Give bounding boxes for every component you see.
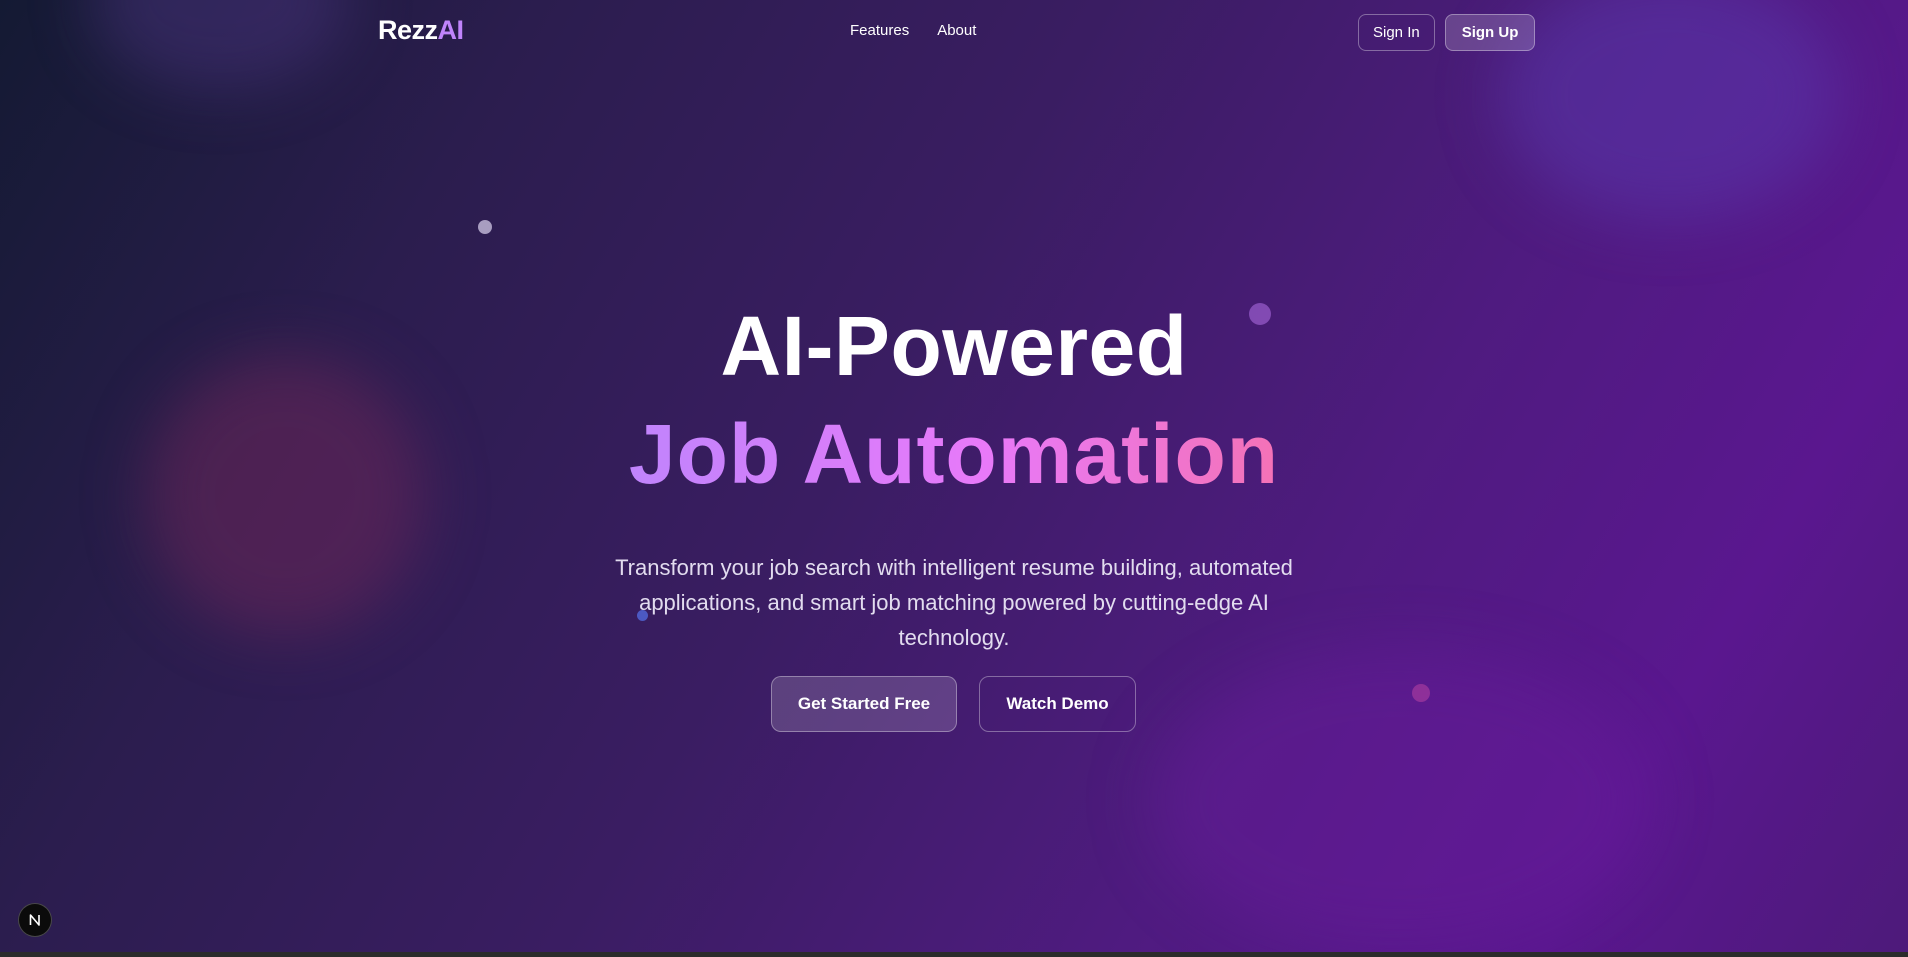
watch-demo-button[interactable]: Watch Demo [979,676,1136,732]
sign-in-button[interactable]: Sign In [1358,14,1435,51]
logo-accent-text: AI [437,15,465,45]
hero-title: AI-Powered [720,299,1188,393]
nextjs-dev-badge[interactable] [18,903,52,937]
auth-buttons: Sign In Sign Up [1358,14,1536,51]
nav-link-features[interactable]: Features [850,22,909,39]
top-navbar: RezzAI Features About Sign In Sign Up [0,0,1908,64]
main-nav: Features About [850,22,976,39]
nav-link-about[interactable]: About [937,22,976,39]
landing-page: RezzAI Features About Sign In Sign Up AI… [0,0,1908,952]
hero-subtitle: Transform your job search with intellige… [615,555,1293,650]
hero-title-highlight: Job Automation [0,404,1908,504]
sign-up-button[interactable]: Sign Up [1444,14,1536,51]
hero-title-gradient-text: Job Automation [628,407,1280,501]
logo-text: Rezz [378,15,438,45]
nextjs-n-icon [29,914,40,926]
hero-cta-group: Get Started Free Watch Demo [771,676,1136,732]
get-started-button[interactable]: Get Started Free [771,676,957,732]
floating-dot [478,220,492,234]
floating-dot [1412,684,1430,702]
background-glow [1150,650,1650,950]
logo[interactable]: RezzAI [378,15,464,46]
